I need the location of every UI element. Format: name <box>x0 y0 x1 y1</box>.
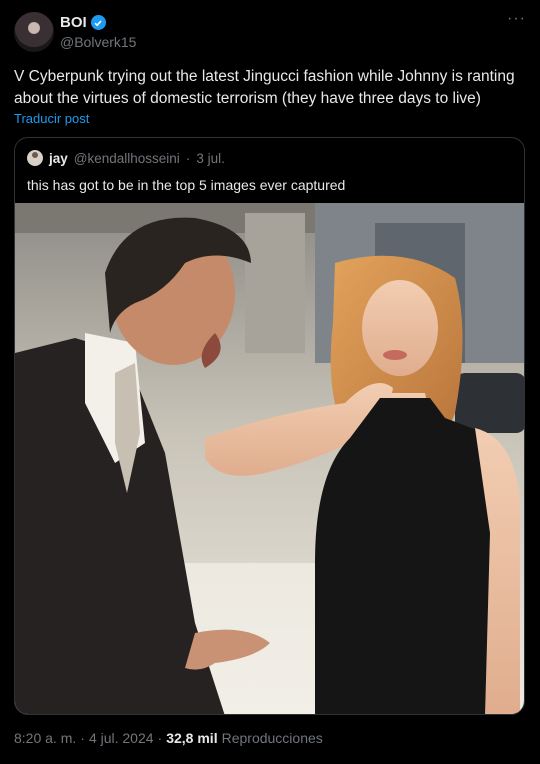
author-name-row[interactable]: BOI <box>60 14 106 31</box>
author-handle[interactable]: @Bolverk15 <box>60 34 136 50</box>
more-options-icon[interactable]: ··· <box>507 11 526 27</box>
quoted-name: jay <box>49 150 68 166</box>
quoted-header: jay @kendallhosseini · 3 jul. <box>27 150 225 166</box>
quoted-photo[interactable] <box>15 203 524 714</box>
quoted-avatar <box>27 150 43 166</box>
author-name[interactable]: BOI <box>60 14 87 31</box>
quoted-date: 3 jul. <box>196 150 225 166</box>
footer-separator-2: · <box>157 730 163 746</box>
quoted-text: this has got to be in the top 5 images e… <box>27 177 346 193</box>
author-avatar[interactable] <box>14 12 54 52</box>
translate-link[interactable]: Traducir post <box>14 111 89 126</box>
footer-separator: · <box>80 730 85 746</box>
verified-badge-icon <box>90 15 106 30</box>
quoted-separator: · <box>185 150 191 166</box>
quoted-handle: @kendallhosseini <box>73 150 180 166</box>
quoted-tweet-card[interactable]: jay @kendallhosseini · 3 jul. this has g… <box>14 137 525 715</box>
views-count: 32,8 mil <box>166 730 218 746</box>
tweet-footer: 8:20 a. m. · 4 jul. 2024 · 32,8 mil Repr… <box>14 730 323 746</box>
views-label: Reproducciones <box>221 730 323 746</box>
post-date[interactable]: 4 jul. 2024 <box>89 730 154 746</box>
photo-illustration <box>15 203 524 714</box>
post-time[interactable]: 8:20 a. m. <box>14 730 76 746</box>
tweet-text: V Cyberpunk trying out the latest Jinguc… <box>14 68 515 107</box>
